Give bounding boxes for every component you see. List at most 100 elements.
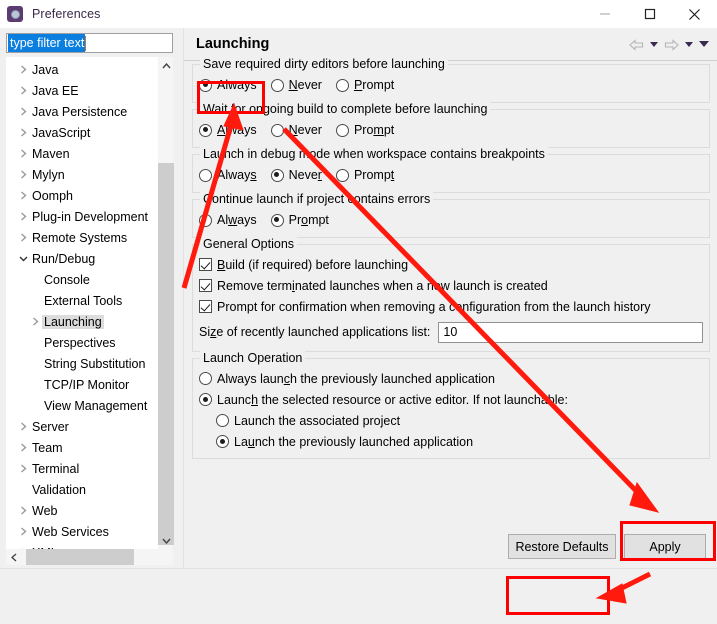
- radio-indicator[interactable]: [199, 213, 212, 227]
- sidebar-item-oomph[interactable]: Oomph: [6, 185, 158, 206]
- scroll-left-icon[interactable]: [6, 549, 22, 565]
- radio-launch-operation-3[interactable]: Launch the previously launched applicati…: [216, 435, 473, 449]
- radio-indicator[interactable]: [270, 78, 284, 92]
- sidebar-item-launching[interactable]: Launching: [6, 311, 158, 332]
- sidebar-item-maven[interactable]: Maven: [6, 143, 158, 164]
- restore-defaults-button[interactable]: Restore Defaults: [508, 534, 616, 559]
- sidebar-item-xml[interactable]: XML: [6, 542, 158, 549]
- radio-launch-in-debug-mode-when-workspace-cont-always[interactable]: Always: [199, 168, 257, 182]
- sidebar-item-mylyn[interactable]: Mylyn: [6, 164, 158, 185]
- sidebar-item-web[interactable]: Web: [6, 500, 158, 521]
- vertical-scroll-thumb[interactable]: [158, 163, 174, 545]
- sidebar-item-remote-systems[interactable]: Remote Systems: [6, 227, 158, 248]
- radio-indicator[interactable]: [199, 78, 212, 92]
- tree-vertical-scrollbar[interactable]: [157, 57, 174, 549]
- radio-indicator[interactable]: [199, 393, 212, 406]
- chevron-down-icon[interactable]: [16, 255, 30, 262]
- search-input[interactable]: type filter text: [6, 33, 173, 53]
- checkbox-indicator[interactable]: [199, 258, 212, 271]
- chevron-right-icon[interactable]: [16, 86, 30, 95]
- radio-save-required-dirty-editors-before-launc-prompt[interactable]: Prompt: [335, 78, 394, 92]
- radio-wait-for-ongoing-build-to-complete-befor-always[interactable]: Always: [199, 123, 257, 137]
- chevron-right-icon[interactable]: [16, 212, 30, 221]
- radio-launch-in-debug-mode-when-workspace-cont-never[interactable]: Never: [270, 168, 322, 182]
- radio-wait-for-ongoing-build-to-complete-befor-prompt[interactable]: Prompt: [335, 123, 394, 137]
- chevron-right-icon[interactable]: [16, 527, 30, 536]
- radio-save-required-dirty-editors-before-launc-always[interactable]: Always: [199, 78, 257, 92]
- sidebar-item-server[interactable]: Server: [6, 416, 158, 437]
- checkbox-general-option-1[interactable]: Remove terminated launches when a new la…: [199, 279, 548, 293]
- horizontal-scroll-thumb[interactable]: [26, 549, 134, 565]
- radio-indicator[interactable]: [199, 123, 212, 137]
- radio-indicator[interactable]: [335, 123, 349, 137]
- sidebar-item-view-management[interactable]: View Management: [6, 395, 158, 416]
- chevron-right-icon[interactable]: [16, 506, 30, 515]
- sidebar-item-console[interactable]: Console: [6, 269, 158, 290]
- chevron-right-icon[interactable]: [16, 107, 30, 116]
- apply-button[interactable]: Apply: [624, 534, 706, 559]
- chevron-right-icon[interactable]: [28, 317, 42, 326]
- radio-launch-in-debug-mode-when-workspace-cont-prompt[interactable]: Prompt: [335, 168, 394, 182]
- sidebar-item-tcp-ip-monitor[interactable]: TCP/IP Monitor: [6, 374, 158, 395]
- sidebar-item-javascript[interactable]: JavaScript: [6, 122, 158, 143]
- sidebar-item-java[interactable]: Java: [6, 59, 158, 80]
- radio-row: Always Prompt: [199, 209, 703, 231]
- checkbox-general-option-0[interactable]: Build (if required) before launching: [199, 258, 408, 272]
- radio-launch-operation-0[interactable]: Always launch the previously launched ap…: [199, 372, 495, 386]
- sidebar-item-external-tools[interactable]: External Tools: [6, 290, 158, 311]
- minimize-button[interactable]: [582, 0, 627, 28]
- maximize-button[interactable]: [627, 0, 672, 28]
- radio-save-required-dirty-editors-before-launc-never[interactable]: Never: [270, 78, 322, 92]
- option-label: Prompt: [288, 213, 329, 227]
- checkbox-row: Remove terminated launches when a new la…: [199, 275, 703, 296]
- radio-continue-launch-if-project-contains-erro-always[interactable]: Always: [199, 213, 257, 227]
- sidebar-item-run-debug[interactable]: Run/Debug: [6, 248, 158, 269]
- close-button[interactable]: [672, 0, 717, 28]
- radio-indicator[interactable]: [270, 213, 284, 227]
- radio-indicator[interactable]: [199, 168, 212, 182]
- radio-indicator[interactable]: [199, 372, 212, 385]
- forward-arrow-icon[interactable]: [662, 35, 680, 55]
- radio-indicator[interactable]: [335, 78, 349, 92]
- sidebar-item-perspectives[interactable]: Perspectives: [6, 332, 158, 353]
- recent-launch-size-input[interactable]: [438, 321, 703, 343]
- chevron-right-icon[interactable]: [16, 149, 30, 158]
- radio-indicator[interactable]: [270, 168, 284, 182]
- sidebar-item-string-substitution[interactable]: String Substitution: [6, 353, 158, 374]
- sidebar-item-validation[interactable]: Validation: [6, 479, 158, 500]
- checkbox-general-option-2[interactable]: Prompt for confirmation when removing a …: [199, 300, 651, 314]
- chevron-right-icon[interactable]: [16, 464, 30, 473]
- view-menu-chevron-down-icon[interactable]: [697, 35, 710, 55]
- chevron-right-icon[interactable]: [16, 170, 30, 179]
- chevron-right-icon[interactable]: [16, 422, 30, 431]
- scroll-down-icon[interactable]: [158, 532, 174, 549]
- radio-indicator[interactable]: [335, 168, 349, 182]
- sidebar-item-plug-in-development[interactable]: Plug-in Development: [6, 206, 158, 227]
- radio-indicator[interactable]: [216, 414, 229, 427]
- checkbox-indicator[interactable]: [199, 300, 212, 313]
- radio-indicator[interactable]: [216, 435, 229, 448]
- tree-horizontal-scrollbar[interactable]: [6, 549, 205, 565]
- chevron-right-icon[interactable]: [16, 65, 30, 74]
- chevron-right-icon[interactable]: [16, 233, 30, 242]
- radio-indicator[interactable]: [270, 123, 284, 137]
- checkbox-indicator[interactable]: [199, 279, 212, 292]
- preferences-tree[interactable]: Java Java EE Java Persistence JavaScript Mav…: [6, 57, 173, 549]
- chevron-right-icon[interactable]: [16, 443, 30, 452]
- chevron-right-icon[interactable]: [16, 128, 30, 137]
- chevron-right-icon[interactable]: [16, 191, 30, 200]
- sidebar-item-terminal[interactable]: Terminal: [6, 458, 158, 479]
- sidebar-item-label: Terminal: [32, 461, 80, 476]
- back-chevron-down-icon[interactable]: [647, 35, 660, 55]
- radio-continue-launch-if-project-contains-erro-prompt[interactable]: Prompt: [270, 213, 329, 227]
- radio-wait-for-ongoing-build-to-complete-befor-never[interactable]: Never: [270, 123, 322, 137]
- sidebar-item-java-persistence[interactable]: Java Persistence: [6, 101, 158, 122]
- sidebar-item-web-services[interactable]: Web Services: [6, 521, 158, 542]
- back-arrow-icon[interactable]: [627, 35, 645, 55]
- radio-launch-operation-1[interactable]: Launch the selected resource or active e…: [199, 393, 568, 407]
- scroll-up-icon[interactable]: [158, 57, 174, 74]
- sidebar-item-team[interactable]: Team: [6, 437, 158, 458]
- radio-launch-operation-2[interactable]: Launch the associated project: [216, 414, 400, 428]
- sidebar-item-java-ee[interactable]: Java EE: [6, 80, 158, 101]
- forward-chevron-down-icon[interactable]: [682, 35, 695, 55]
